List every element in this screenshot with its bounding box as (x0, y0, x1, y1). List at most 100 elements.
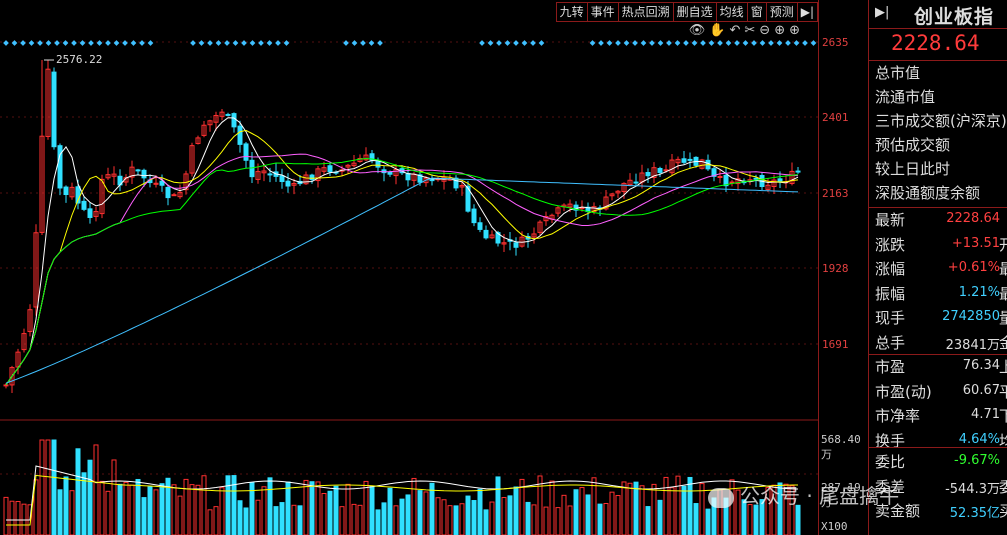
volume-bar (591, 477, 597, 535)
info-value: 1.21% (958, 284, 1000, 300)
volume-bar (693, 503, 699, 535)
volume-bar (543, 506, 549, 535)
toolbar-item-0[interactable]: 九转 (557, 3, 587, 21)
volume-bar (663, 476, 669, 535)
volume-bar (15, 501, 21, 535)
candle-body (327, 165, 333, 173)
volume-bar (129, 484, 135, 535)
volume-bar (105, 490, 111, 535)
volume-bar (189, 484, 195, 535)
volume-bar (453, 505, 459, 535)
volume-bar (501, 497, 507, 535)
toolbar-item-5[interactable]: 窗 (746, 3, 766, 21)
volume-bar (471, 500, 477, 535)
info-key: 总手 (875, 333, 906, 352)
info-suffix: 金 (999, 332, 1007, 353)
chart-tool-icon-2[interactable]: ↶ (729, 23, 740, 38)
event-marker (734, 40, 740, 46)
event-marker (666, 40, 672, 46)
event-marker (496, 40, 502, 46)
event-marker (768, 40, 774, 46)
chart-tool-icon-6[interactable]: ⊕ (789, 23, 800, 38)
event-marker (45, 40, 52, 46)
toolbar-item-3[interactable]: 删自选 (672, 3, 716, 21)
info-value: 2742850 (942, 309, 1000, 324)
event-marker (3, 40, 9, 46)
info-value: -9.67% (954, 453, 1000, 468)
info-row: 振幅 1.21%最 (875, 283, 1007, 305)
info-label: 三市成交额(沪深京) (875, 112, 1007, 130)
last-price: 2228.64 (891, 31, 980, 55)
info-value: 4.64% (958, 431, 1000, 447)
event-marker (360, 40, 366, 46)
volume-bar (465, 495, 471, 535)
toolbar-item-2[interactable]: 热点回溯 (617, 3, 673, 21)
event-marker (343, 40, 349, 46)
event-marker (377, 40, 383, 46)
chart-tool-icon-4[interactable]: ⊖ (759, 23, 770, 38)
info-value: +13.51 (951, 235, 1000, 251)
event-marker (351, 40, 358, 46)
info-suffix: 最 (999, 258, 1007, 279)
chart-tool-icon-5[interactable]: ⊕ (774, 23, 785, 38)
kline-svg[interactable]: 2576.22 (0, 0, 818, 535)
event-marker (513, 40, 519, 46)
candle-body (135, 169, 141, 172)
kline-chart-area[interactable]: 2576.22 九转 事件 热点回溯 删自选 均线窗预测 ▶| 👁 ✋ ↶ ✂ ⊖ ⊕ ⊕ (0, 0, 818, 535)
info-suffix: 最 (999, 283, 1007, 304)
volume-bar (255, 499, 261, 535)
event-marker (283, 40, 290, 46)
toolbar-item-4[interactable]: 均线 (715, 3, 747, 21)
chart-tool-icon-1[interactable]: ✋ (709, 23, 725, 38)
event-marker (776, 40, 783, 46)
volume-bar (57, 489, 63, 535)
candle-body (279, 175, 285, 183)
volume-bar (279, 502, 285, 535)
expand-icon[interactable]: ▶| (875, 5, 889, 20)
info-row: 现手 2742850量 (875, 307, 1007, 329)
chart-tool-icon-0[interactable]: 👁 (689, 23, 706, 38)
toolbar-item-1[interactable]: 事件 (586, 3, 618, 21)
price-axis-label: 2635 (822, 36, 849, 49)
event-marker (598, 40, 604, 46)
info-row: 换手4.64%均 (875, 430, 1007, 452)
candle-body (3, 384, 9, 387)
event-marker (20, 40, 26, 46)
event-marker (623, 40, 630, 46)
volume-bar (687, 476, 693, 535)
event-marker (615, 40, 621, 46)
info-row: 委比 -9.67% (875, 451, 1007, 473)
event-marker (742, 40, 749, 46)
event-marker (649, 40, 655, 46)
event-marker (785, 40, 791, 46)
candle-body (471, 208, 477, 224)
event-marker (538, 40, 545, 46)
info-key: 最新 (875, 211, 906, 229)
info-label: 预估成交额 (875, 136, 951, 154)
volume-bar (171, 484, 177, 535)
chart-tool-icon-3[interactable]: ✂ (744, 23, 755, 38)
event-marker (113, 40, 120, 46)
event-marker (232, 40, 239, 46)
event-marker (71, 40, 77, 46)
event-marker (275, 40, 281, 46)
candle-body (63, 186, 69, 196)
info-suffix: 平 (999, 381, 1007, 402)
candle-body (237, 125, 243, 145)
toolbar-item-7[interactable]: ▶| (796, 3, 817, 21)
event-marker (479, 40, 485, 46)
event-marker (751, 40, 757, 46)
volume-bar (177, 495, 183, 535)
volume-bar (135, 478, 141, 535)
quote-panel: ▶| 创业板指 2228.64 总市值 流通市值 三市成交额(沪深京) 预估成交额 较上… (868, 0, 1007, 535)
volume-bar (321, 493, 327, 535)
price-axis-label: 2401 (822, 111, 849, 124)
event-marker (207, 40, 213, 46)
volume-top-label: 568.40万 (821, 433, 861, 461)
volume-bar (345, 483, 351, 535)
info-label: 较上日此时 (875, 160, 951, 178)
volume-bar (51, 439, 57, 535)
toolbar-item-6[interactable]: 预测 (765, 3, 797, 21)
event-marker (88, 40, 94, 46)
candle-body (171, 194, 177, 197)
